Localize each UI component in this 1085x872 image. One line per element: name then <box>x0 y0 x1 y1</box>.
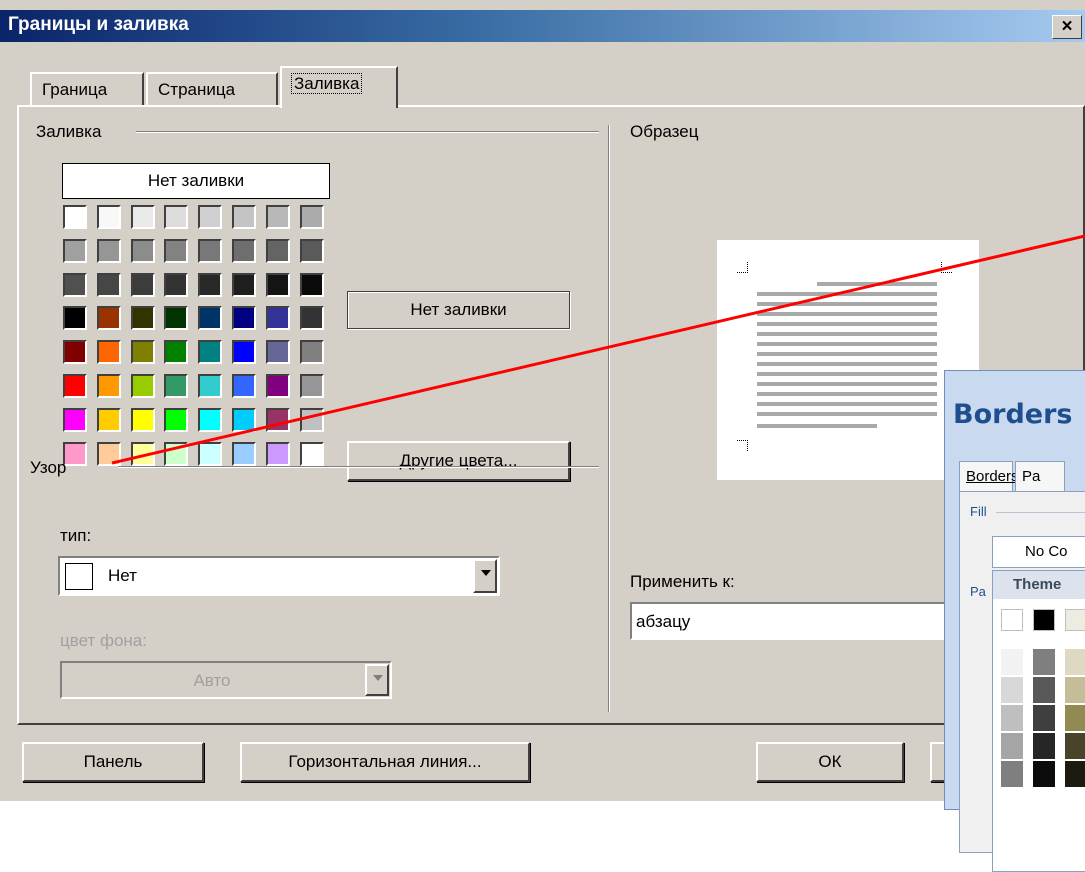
annotation-arrow-line <box>111 234 1085 465</box>
tab-shading-label: Заливка <box>290 73 363 94</box>
tab-shading[interactable]: Заливка <box>280 66 398 108</box>
annotation-line-svg <box>111 234 1085 465</box>
